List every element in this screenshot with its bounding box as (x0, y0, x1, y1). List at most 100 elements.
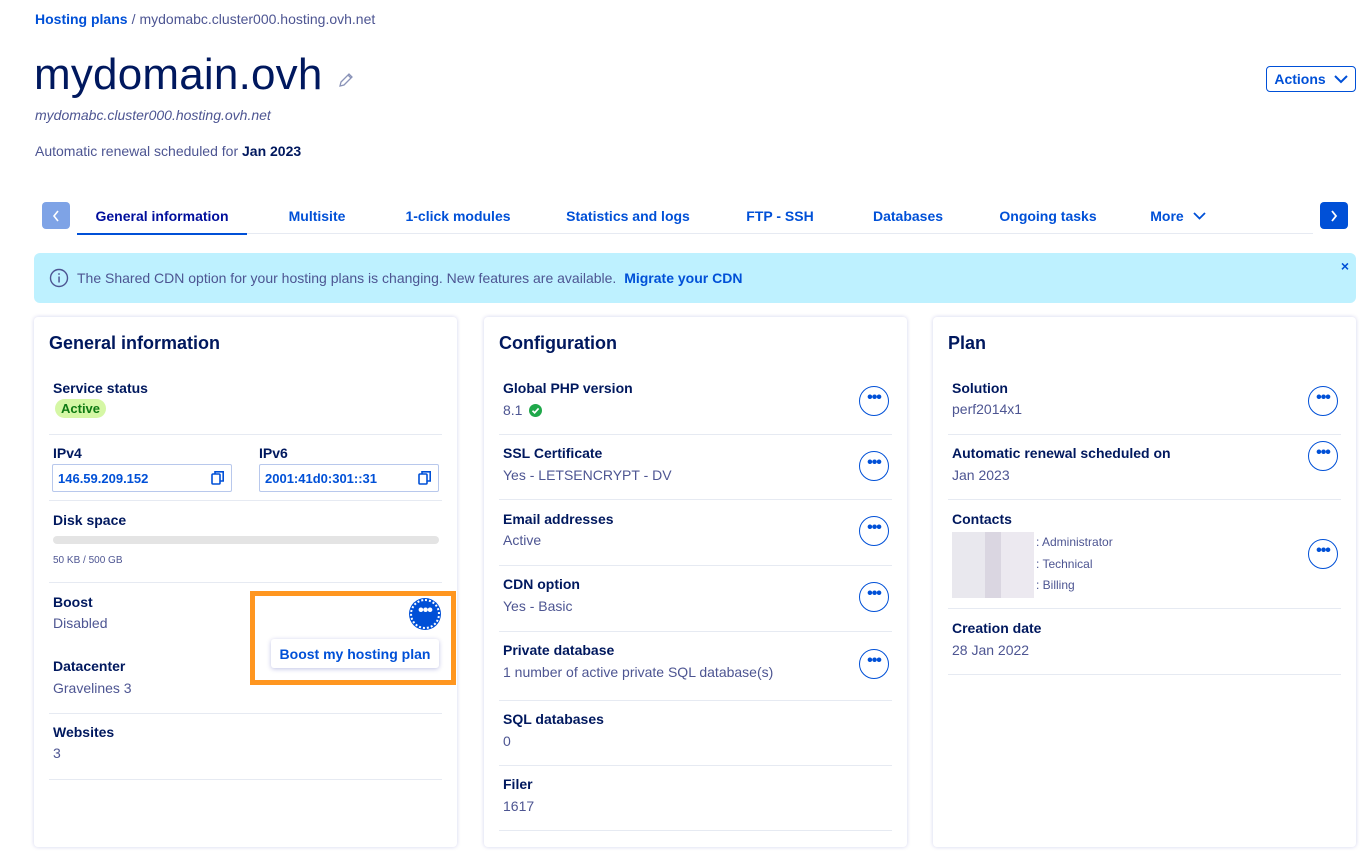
chevron-right-icon (1331, 209, 1338, 222)
more-icon: ••• (1316, 542, 1331, 559)
banner-text: The Shared CDN option for your hosting p… (77, 270, 742, 286)
breadcrumb-separator: / (131, 11, 136, 27)
private-database-value: 1 number of active private SQL database(… (503, 664, 774, 680)
breadcrumb: Hosting plans / mydomabc.cluster000.hostin… (35, 11, 375, 27)
creation-date-value: 28 Jan 2022 (952, 642, 1030, 658)
ssl-more-button[interactable]: ••• (859, 451, 889, 481)
card-title: General information (49, 333, 221, 353)
disk-space-label: Disk space (53, 512, 127, 528)
renewal-more-button[interactable]: ••• (1308, 441, 1338, 471)
banner-message: The Shared CDN option for your hosting p… (77, 270, 617, 286)
creation-date-label: Creation date (952, 620, 1042, 636)
plan-card: Plan Solution perf2014x1 ••• Automatic r… (933, 317, 1356, 847)
renewal-line: Automatic renewal scheduled for Jan 2023 (35, 143, 301, 159)
copy-icon[interactable] (418, 470, 432, 486)
info-icon (49, 268, 69, 288)
cdn-label: CDN option (503, 576, 580, 592)
tab-1-click-modules[interactable]: 1-click modules (397, 198, 519, 234)
tab-more[interactable]: More (1143, 198, 1213, 234)
renewal-prefix: Automatic renewal scheduled for (35, 143, 239, 159)
renewal-date: Jan 2023 (242, 143, 302, 159)
php-version-row: Global PHP version 8.1 ••• (499, 369, 892, 435)
breadcrumb-hosting-plans-link[interactable]: Hosting plans (35, 11, 128, 27)
contact-role-administrator: : Administrator (1036, 535, 1113, 549)
php-more-button[interactable]: ••• (859, 386, 889, 416)
tab-more-label: More (1150, 208, 1184, 224)
php-version-value-wrap: 8.1 (503, 402, 543, 418)
email-more-button[interactable]: ••• (859, 516, 889, 546)
creation-date-row: Creation date 28 Jan 2022 (948, 609, 1341, 675)
datacenter-label: Datacenter (53, 658, 126, 674)
websites-label: Websites (53, 724, 115, 740)
edit-icon[interactable] (337, 71, 355, 89)
ssl-label: SSL Certificate (503, 445, 603, 461)
more-icon: ••• (867, 519, 882, 536)
ssl-row: SSL Certificate Yes - LETSENCRYPT - DV •… (499, 435, 892, 500)
renewal-label: Automatic renewal scheduled on (952, 445, 1171, 461)
filer-label: Filer (503, 776, 533, 792)
card-title: Configuration (499, 333, 617, 353)
ip-row: IPv4 IPv6 146.59.209.152 2001:41d0:301::… (49, 435, 442, 501)
service-status-label: Service status (53, 380, 148, 396)
tab-statistics-and-logs[interactable]: Statistics and logs (559, 198, 697, 234)
more-icon: ••• (867, 652, 882, 669)
breadcrumb-current: mydomabc.cluster000.hosting.ovh.net (139, 11, 376, 27)
private-database-row: Private database 1 number of active priv… (499, 632, 892, 701)
sql-databases-value: 0 (503, 733, 511, 749)
ipv6-field[interactable]: 2001:41d0:301::31 (259, 464, 439, 492)
websites-value: 3 (53, 745, 61, 761)
contacts-more-button[interactable]: ••• (1308, 539, 1338, 569)
title-row: mydomain.ovh (34, 50, 355, 100)
ipv6-value: 2001:41d0:301::31 (265, 470, 378, 486)
cdn-value: Yes - Basic (503, 598, 573, 614)
copy-icon[interactable] (211, 470, 225, 486)
cdn-info-banner: The Shared CDN option for your hosting p… (34, 253, 1356, 303)
email-label: Email addresses (503, 511, 614, 527)
tab-ongoing-tasks[interactable]: Ongoing tasks (995, 198, 1101, 234)
migrate-cdn-link[interactable]: Migrate your CDN (624, 270, 742, 286)
ipv4-field[interactable]: 146.59.209.152 (52, 464, 232, 492)
more-icon: ••• (1316, 444, 1331, 461)
general-information-card: General information Service status Activ… (34, 317, 457, 847)
renewal-row: Automatic renewal scheduled on Jan 2023 … (948, 435, 1341, 500)
ipv4-label: IPv4 (53, 445, 82, 461)
email-row: Email addresses Active ••• (499, 500, 892, 566)
sql-databases-label: SQL databases (503, 711, 604, 727)
boost-value: Disabled (53, 615, 108, 631)
contacts-label: Contacts (952, 511, 1012, 527)
solution-more-button[interactable]: ••• (1308, 386, 1338, 416)
service-status-row: Service status (49, 369, 442, 435)
tabs-scroll-left-button[interactable] (42, 202, 70, 229)
filer-row: Filer 1617 (499, 766, 892, 831)
tab-bar: General information Multisite 1-click mo… (77, 198, 1313, 235)
chevron-left-icon (52, 210, 59, 221)
ssl-value: Yes - LETSENCRYPT - DV (503, 467, 672, 483)
boost-more-button[interactable]: ••• (410, 599, 440, 629)
tab-general-information[interactable]: General information (77, 198, 247, 235)
configuration-card: Configuration Global PHP version 8.1 •••… (484, 317, 907, 847)
disk-usage-bar (53, 536, 439, 544)
cdn-row: CDN option Yes - Basic ••• (499, 566, 892, 632)
private-database-more-button[interactable]: ••• (859, 649, 889, 679)
more-icon: ••• (867, 585, 882, 602)
page-title: mydomain.ovh (34, 50, 323, 99)
tabs-scroll-right-button[interactable] (1320, 202, 1348, 229)
close-icon[interactable]: × (1341, 258, 1349, 274)
tab-ftp-ssh[interactable]: FTP - SSH (739, 198, 821, 234)
datacenter-value: Gravelines 3 (53, 680, 132, 696)
more-icon: ••• (867, 454, 882, 471)
tab-databases[interactable]: Databases (863, 198, 953, 234)
tab-multisite[interactable]: Multisite (277, 198, 357, 234)
contacts-row: Contacts : Administrator : Technical : B… (948, 500, 1341, 609)
contact-role-technical: : Technical (1036, 557, 1093, 571)
more-icon: ••• (867, 389, 882, 406)
chevron-down-icon (1333, 74, 1348, 83)
cdn-more-button[interactable]: ••• (859, 582, 889, 612)
more-icon: ••• (418, 602, 433, 619)
contacts-redacted-image (952, 532, 1034, 598)
actions-button-label: Actions (1274, 71, 1326, 87)
actions-button[interactable]: Actions (1266, 66, 1356, 92)
ipv6-label: IPv6 (259, 445, 288, 461)
boost-my-hosting-plan-menu-item[interactable]: Boost my hosting plan (271, 639, 439, 668)
renewal-value: Jan 2023 (952, 467, 1010, 483)
